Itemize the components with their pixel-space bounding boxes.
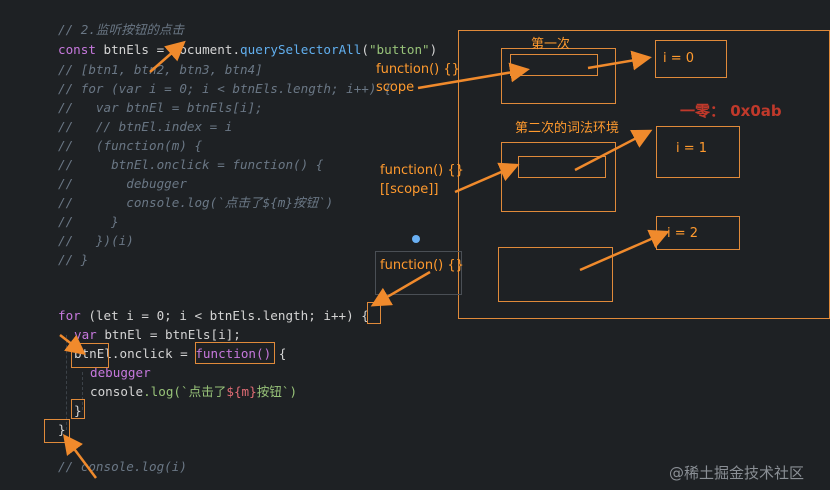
- arrow-scope-to-box1: [417, 62, 530, 90]
- arrow-to-outer-brace: [63, 434, 97, 479]
- arrow-box2-to-i1: [574, 129, 653, 172]
- arrow-to-btnel: [59, 334, 86, 356]
- arrow-to-document: [149, 40, 186, 73]
- arrow-scope2-to-box2: [454, 162, 520, 194]
- annotation-arrows: [59, 40, 670, 479]
- arrow-box3-to-i2: [579, 229, 670, 272]
- arrow-to-brace: [370, 270, 431, 307]
- arrow-box1-to-i0: [587, 50, 652, 71]
